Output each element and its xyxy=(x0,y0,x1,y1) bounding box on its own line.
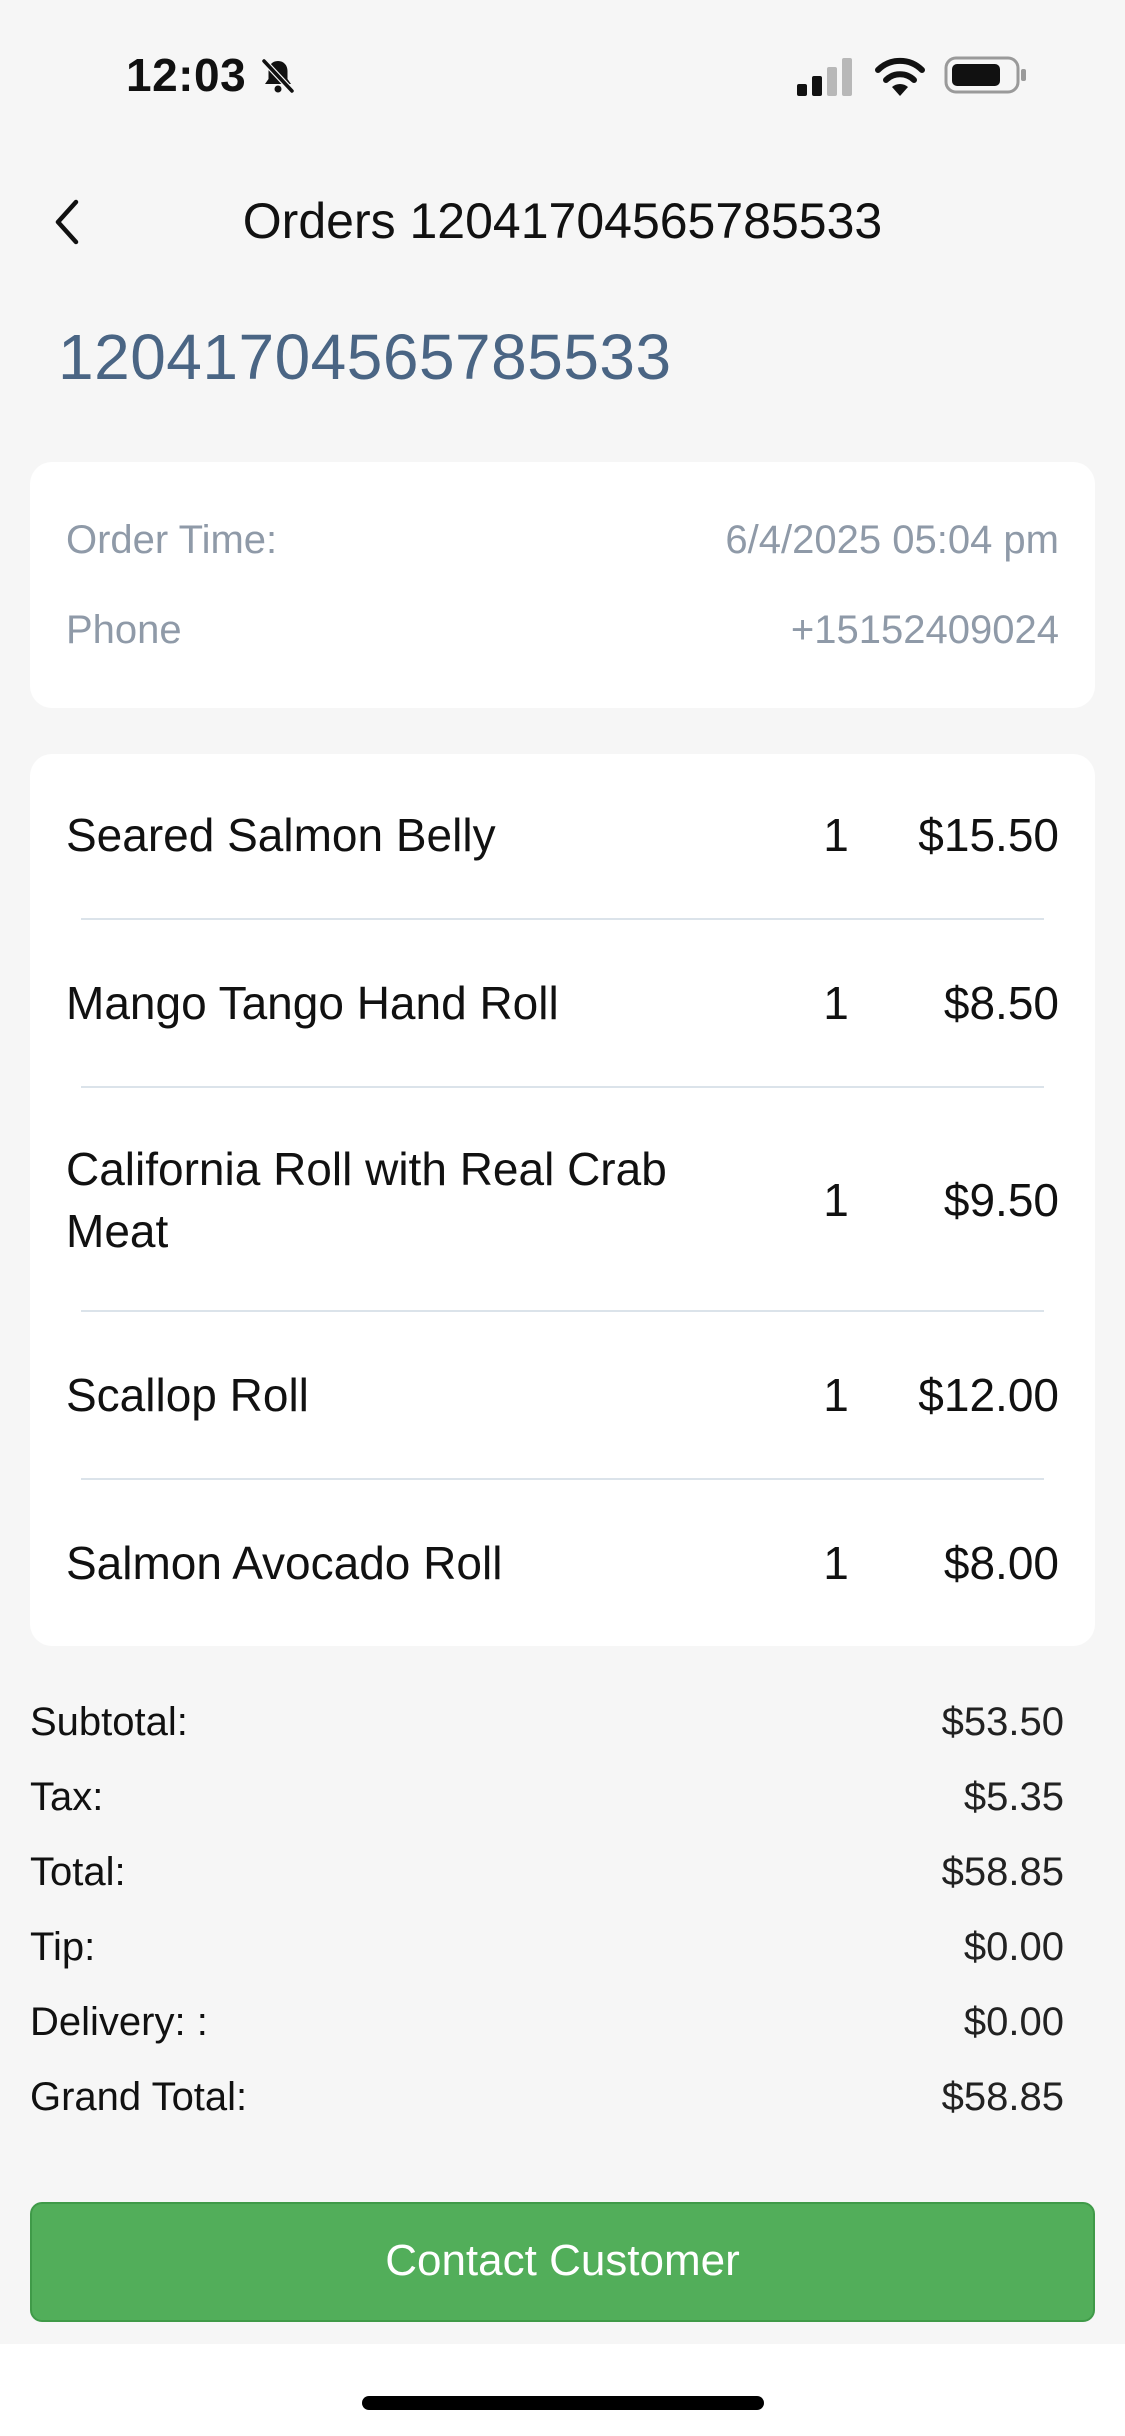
item-quantity: 1 xyxy=(823,977,849,1029)
grand-total-label: Grand Total: xyxy=(30,2075,248,2119)
subtotal-row: Subtotal: $53.50 xyxy=(30,1700,1064,1760)
item-name: California Roll with Real Crab Meat xyxy=(66,1143,667,1257)
tip-label: Tip: xyxy=(30,1925,96,1969)
tip-row: Tip: $0.00 xyxy=(30,1925,1064,1985)
item-name: Mango Tango Hand Roll xyxy=(66,977,559,1029)
phone-label: Phone xyxy=(66,608,182,652)
bell-slash-icon xyxy=(261,58,295,94)
order-number-heading: 12041704565785533 xyxy=(58,321,672,393)
tax-label: Tax: xyxy=(30,1775,104,1819)
total-label: Total: xyxy=(30,1850,126,1894)
subtotal-label: Subtotal: xyxy=(30,1700,188,1744)
item-quantity: 1 xyxy=(823,1537,849,1589)
item-price: $12.00 xyxy=(918,1369,1059,1421)
order-info-card: Order Time: 6/4/2025 05:04 pm Phone +151… xyxy=(30,462,1095,708)
cellular-signal-icon xyxy=(797,58,852,96)
item-price: $8.00 xyxy=(943,1537,1059,1589)
status-time: 12:03 xyxy=(126,49,247,101)
wifi-icon xyxy=(875,57,925,96)
divider xyxy=(81,1086,1044,1088)
battery-icon xyxy=(944,56,1026,94)
item-price: $8.50 xyxy=(943,977,1059,1029)
tax-row: Tax: $5.35 xyxy=(30,1775,1064,1835)
delivery-row: Delivery: : $0.00 xyxy=(30,2000,1064,2060)
grand-total-value: $58.85 xyxy=(941,2075,1064,2119)
item-name: Seared Salmon Belly xyxy=(66,809,496,861)
list-item: Scallop Roll 1 $12.00 xyxy=(66,1364,1059,1426)
item-price: $15.50 xyxy=(918,809,1059,861)
total-value: $58.85 xyxy=(941,1850,1064,1894)
delivery-label: Delivery: : xyxy=(30,2000,208,2044)
grand-total-row: Grand Total: $58.85 xyxy=(30,2075,1064,2135)
nav-bar: Orders 12041704565785533 xyxy=(0,170,1125,270)
home-indicator[interactable] xyxy=(362,2396,764,2410)
order-time-label: Order Time: xyxy=(66,518,278,562)
item-price: $9.50 xyxy=(943,1174,1059,1226)
divider xyxy=(81,1310,1044,1312)
list-item: California Roll with Real Crab Meat 1 $9… xyxy=(66,1138,1059,1262)
item-quantity: 1 xyxy=(823,1174,849,1226)
order-time-value: 6/4/2025 05:04 pm xyxy=(725,518,1059,562)
item-name: Salmon Avocado Roll xyxy=(66,1537,503,1589)
list-item: Mango Tango Hand Roll 1 $8.50 xyxy=(66,972,1059,1034)
tip-value: $0.00 xyxy=(963,1925,1064,1969)
delivery-value: $0.00 xyxy=(963,2000,1064,2044)
phone-value[interactable]: +15152409024 xyxy=(791,608,1059,653)
list-item: Salmon Avocado Roll 1 $8.00 xyxy=(66,1532,1059,1594)
divider xyxy=(81,1478,1044,1480)
item-name: Scallop Roll xyxy=(66,1369,309,1421)
order-time-row: Order Time: 6/4/2025 05:04 pm xyxy=(66,518,1059,578)
home-indicator-area xyxy=(0,2344,1125,2436)
divider xyxy=(81,918,1044,920)
page-title: Orders 12041704565785533 xyxy=(242,193,883,249)
status-bar: 12:03 xyxy=(0,0,1125,140)
item-quantity: 1 xyxy=(823,1369,849,1421)
total-row: Total: $58.85 xyxy=(30,1850,1064,1910)
tax-value: $5.35 xyxy=(963,1775,1064,1819)
subtotal-value: $53.50 xyxy=(941,1700,1064,1744)
list-item: Seared Salmon Belly 1 $15.50 xyxy=(66,804,1059,866)
item-quantity: 1 xyxy=(823,809,849,861)
contact-customer-button[interactable]: Contact Customer xyxy=(30,2202,1095,2322)
order-items-card: Seared Salmon Belly 1 $15.50 Mango Tango… xyxy=(30,754,1095,1646)
phone-row: Phone +15152409024 xyxy=(66,608,1059,668)
